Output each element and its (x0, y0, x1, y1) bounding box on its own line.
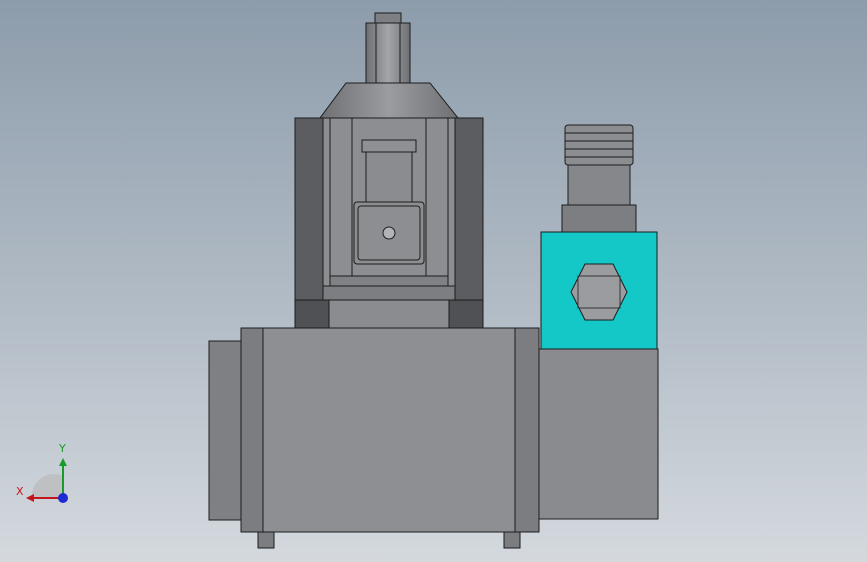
valve-assembly-model[interactable] (0, 0, 867, 562)
solenoid-coil (540, 231, 658, 350)
graphics-viewport[interactable]: X Y (0, 0, 867, 562)
top-stem (365, 12, 411, 84)
solenoid-connector (561, 124, 637, 234)
cone-housing (319, 82, 460, 119)
coordinate-triad: X Y (10, 438, 80, 510)
triad-axes-icon (26, 458, 68, 503)
y-axis-label: Y (59, 442, 66, 455)
housing-collar (294, 299, 484, 329)
x-axis-label: X (16, 485, 24, 498)
lower-body (208, 327, 659, 549)
